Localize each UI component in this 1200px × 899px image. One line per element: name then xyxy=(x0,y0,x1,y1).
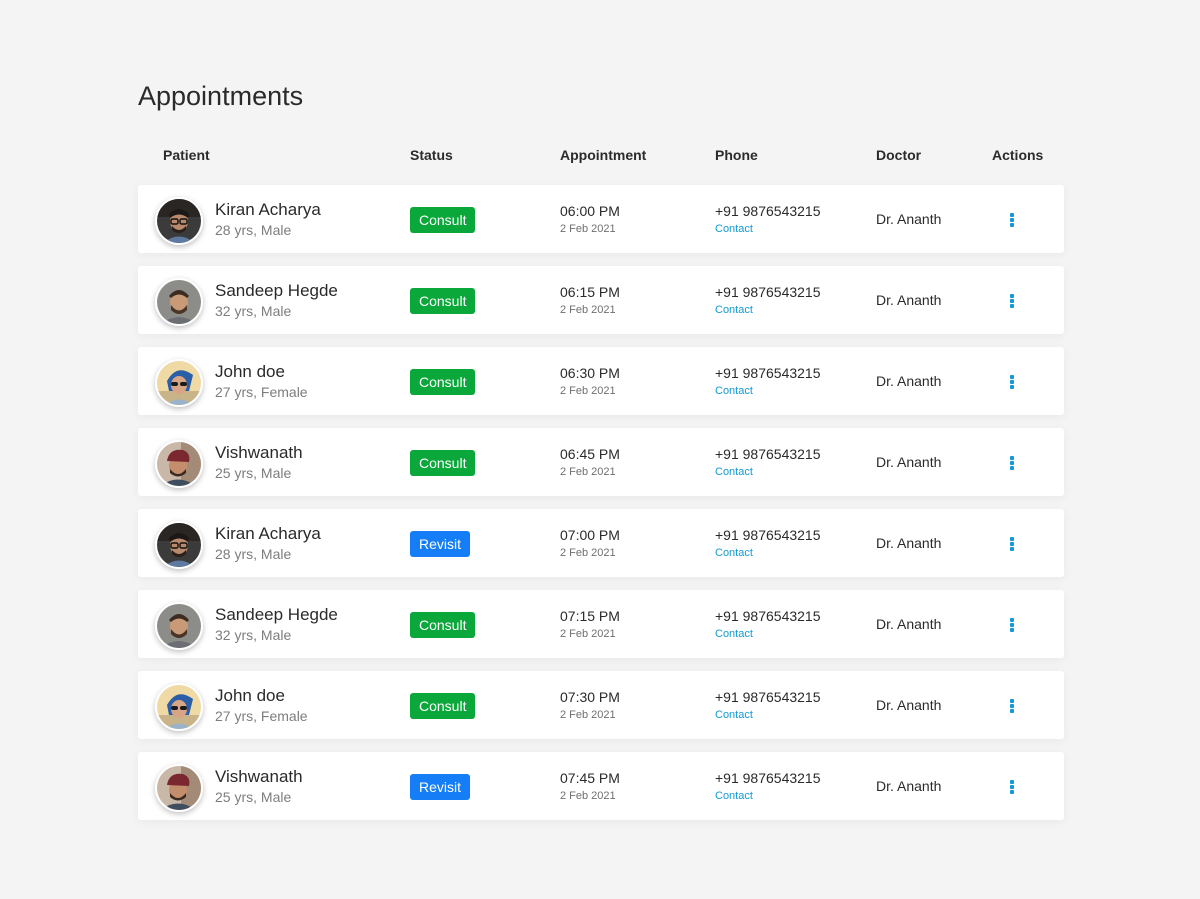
patient-name: Vishwanath xyxy=(215,443,303,462)
doctor-name: Dr. Ananth xyxy=(876,535,942,551)
doctor-name: Dr. Ananth xyxy=(876,778,942,794)
more-vertical-icon[interactable] xyxy=(1002,695,1022,715)
doctor-name: Dr. Ananth xyxy=(876,211,942,227)
appointment-date: 2 Feb 2021 xyxy=(560,223,616,235)
appointments-list: Kiran Acharya 28 yrs, Male Consult 06:00… xyxy=(138,185,1064,833)
phone-number: +91 9876543215 xyxy=(715,284,821,300)
more-vertical-icon[interactable] xyxy=(1002,614,1022,634)
status-badge: Consult xyxy=(410,612,476,638)
appointment-time: 07:30 PM xyxy=(560,689,620,705)
more-vertical-icon[interactable] xyxy=(1002,533,1022,553)
status-badge: Consult xyxy=(410,207,476,233)
patient-name: John doe xyxy=(215,362,285,381)
appointment-row[interactable]: Kiran Acharya 28 yrs, Male Revisit 07:00… xyxy=(138,509,1064,577)
more-vertical-icon[interactable] xyxy=(1002,209,1022,229)
status-badge: Consult xyxy=(410,693,476,719)
contact-link[interactable]: Contact xyxy=(715,547,753,559)
contact-link[interactable]: Contact xyxy=(715,385,753,397)
appointment-time: 07:00 PM xyxy=(560,527,620,543)
column-header-actions: Actions xyxy=(992,147,1044,163)
appointment-date: 2 Feb 2021 xyxy=(560,547,616,559)
column-header-patient: Patient xyxy=(163,147,210,163)
patient-name: Sandeep Hegde xyxy=(215,281,338,300)
appointment-row[interactable]: Sandeep Hegde 32 yrs, Male Consult 07:15… xyxy=(138,590,1064,658)
patient-age-gender: 27 yrs, Female xyxy=(215,708,308,724)
patient-avatar xyxy=(155,440,203,488)
more-vertical-icon[interactable] xyxy=(1002,452,1022,472)
appointment-time: 06:15 PM xyxy=(560,284,620,300)
page-title: Appointments xyxy=(138,81,304,111)
doctor-name: Dr. Ananth xyxy=(876,697,942,713)
appointment-time: 06:45 PM xyxy=(560,446,620,462)
appointment-time: 06:30 PM xyxy=(560,365,620,381)
patient-name: Kiran Acharya xyxy=(215,200,321,219)
more-vertical-icon[interactable] xyxy=(1002,776,1022,796)
contact-link[interactable]: Contact xyxy=(715,223,753,235)
patient-avatar xyxy=(155,521,203,569)
appointments-page: Appointments Patient Status Appointment … xyxy=(0,0,1200,899)
patient-age-gender: 25 yrs, Male xyxy=(215,465,292,481)
appointment-time: 06:00 PM xyxy=(560,203,620,219)
status-badge: Revisit xyxy=(410,774,471,800)
appointment-time: 07:15 PM xyxy=(560,608,620,624)
appointment-row[interactable]: Vishwanath 25 yrs, Male Consult 06:45 PM… xyxy=(138,428,1064,496)
contact-link[interactable]: Contact xyxy=(715,628,753,640)
phone-number: +91 9876543215 xyxy=(715,203,821,219)
patient-age-gender: 27 yrs, Female xyxy=(215,384,308,400)
phone-number: +91 9876543215 xyxy=(715,527,821,543)
more-vertical-icon[interactable] xyxy=(1002,290,1022,310)
appointment-row[interactable]: Vishwanath 25 yrs, Male Revisit 07:45 PM… xyxy=(138,752,1064,820)
patient-avatar xyxy=(155,764,203,812)
phone-number: +91 9876543215 xyxy=(715,365,821,381)
column-header-appointment: Appointment xyxy=(560,147,647,163)
patient-avatar xyxy=(155,683,203,731)
appointment-date: 2 Feb 2021 xyxy=(560,628,616,640)
patient-name: Vishwanath xyxy=(215,767,303,786)
appointment-date: 2 Feb 2021 xyxy=(560,385,616,397)
contact-link[interactable]: Contact xyxy=(715,304,753,316)
doctor-name: Dr. Ananth xyxy=(876,454,942,470)
patient-age-gender: 28 yrs, Male xyxy=(215,222,292,238)
phone-number: +91 9876543215 xyxy=(715,446,821,462)
appointment-date: 2 Feb 2021 xyxy=(560,304,616,316)
patient-name: Sandeep Hegde xyxy=(215,605,338,624)
status-badge: Consult xyxy=(410,288,476,314)
appointment-row[interactable]: Sandeep Hegde 32 yrs, Male Consult 06:15… xyxy=(138,266,1064,334)
patient-avatar xyxy=(155,278,203,326)
contact-link[interactable]: Contact xyxy=(715,709,753,721)
patient-age-gender: 28 yrs, Male xyxy=(215,546,292,562)
appointment-date: 2 Feb 2021 xyxy=(560,466,616,478)
patient-avatar xyxy=(155,602,203,650)
appointment-row[interactable]: Kiran Acharya 28 yrs, Male Consult 06:00… xyxy=(138,185,1064,253)
table-header: Patient Status Appointment Phone Doctor … xyxy=(138,145,1064,165)
column-header-phone: Phone xyxy=(715,147,758,163)
patient-name: John doe xyxy=(215,686,285,705)
status-badge: Consult xyxy=(410,450,476,476)
phone-number: +91 9876543215 xyxy=(715,608,821,624)
phone-number: +91 9876543215 xyxy=(715,770,821,786)
appointment-time: 07:45 PM xyxy=(560,770,620,786)
doctor-name: Dr. Ananth xyxy=(876,373,942,389)
patient-name: Kiran Acharya xyxy=(215,524,321,543)
contact-link[interactable]: Contact xyxy=(715,466,753,478)
doctor-name: Dr. Ananth xyxy=(876,616,942,632)
status-badge: Revisit xyxy=(410,531,471,557)
column-header-status: Status xyxy=(410,147,453,163)
contact-link[interactable]: Contact xyxy=(715,790,753,802)
doctor-name: Dr. Ananth xyxy=(876,292,942,308)
appointment-date: 2 Feb 2021 xyxy=(560,790,616,802)
appointment-date: 2 Feb 2021 xyxy=(560,709,616,721)
patient-avatar xyxy=(155,197,203,245)
patient-age-gender: 32 yrs, Male xyxy=(215,627,292,643)
appointment-row[interactable]: John doe 27 yrs, Female Consult 07:30 PM… xyxy=(138,671,1064,739)
patient-age-gender: 25 yrs, Male xyxy=(215,789,292,805)
status-badge: Consult xyxy=(410,369,476,395)
patient-age-gender: 32 yrs, Male xyxy=(215,303,292,319)
patient-avatar xyxy=(155,359,203,407)
appointment-row[interactable]: John doe 27 yrs, Female Consult 06:30 PM… xyxy=(138,347,1064,415)
phone-number: +91 9876543215 xyxy=(715,689,821,705)
more-vertical-icon[interactable] xyxy=(1002,371,1022,391)
column-header-doctor: Doctor xyxy=(876,147,922,163)
